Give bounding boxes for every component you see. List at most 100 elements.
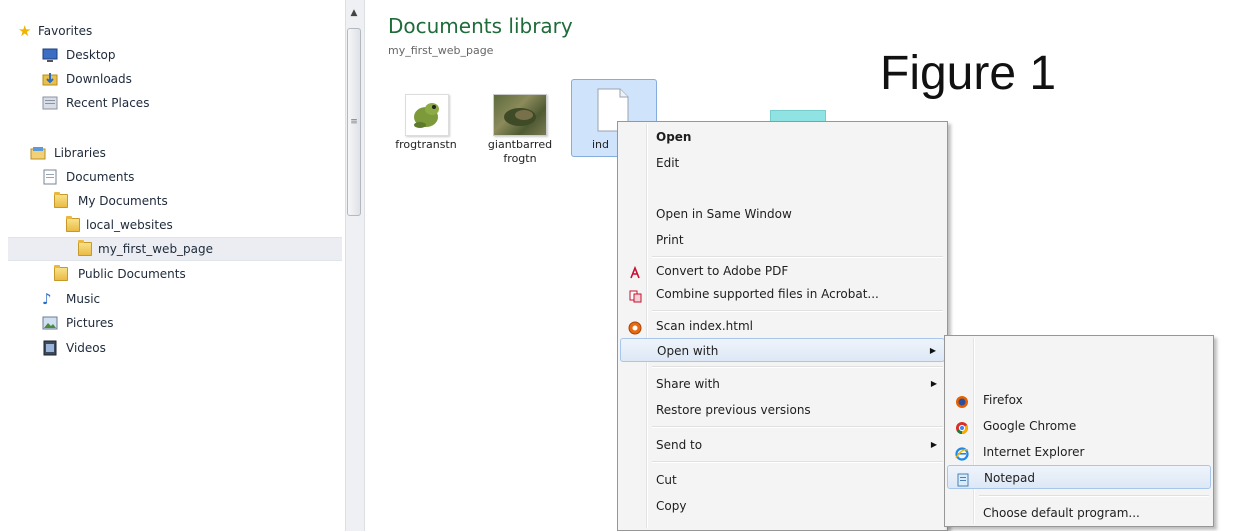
menu-separator — [652, 426, 943, 428]
pictures-icon — [42, 315, 58, 331]
folder-icon — [54, 265, 68, 281]
nav-public-documents-label: Public Documents — [78, 267, 186, 281]
submenu-arrow-icon: ▶ — [929, 346, 936, 355]
desktop-icon — [42, 47, 58, 63]
notepad-icon — [956, 471, 970, 487]
menu-item-chrome[interactable]: Google Chrome — [947, 414, 1211, 438]
file-item-frogtranstn[interactable]: frogtranstn — [395, 92, 457, 152]
menu-label: Open with — [657, 344, 719, 358]
context-menu: Open Edit Open in Same Window Print Conv… — [617, 121, 948, 531]
nav-my-documents[interactable]: My Documents — [54, 190, 338, 212]
scroll-up-arrow-icon[interactable]: ▲ — [347, 6, 361, 20]
menu-label: Scan index.html — [656, 319, 753, 333]
submenu-arrow-icon: ▶ — [930, 440, 937, 449]
file-item-giantbarred-frogtn[interactable]: giantbarred frogtn — [484, 92, 556, 172]
menu-item-firefox[interactable]: Firefox — [947, 388, 1211, 412]
menu-separator — [979, 495, 1209, 497]
menu-item-notepad[interactable]: Notepad — [947, 465, 1211, 489]
submenu-arrow-icon: ▶ — [930, 379, 937, 388]
nav-desktop-label: Desktop — [66, 48, 116, 62]
scrollbar-grip-icon: ≡ — [350, 117, 358, 127]
menu-label: Cut — [656, 473, 677, 487]
menu-item-send-to[interactable]: Send to ▶ — [620, 433, 945, 457]
nav-public-documents[interactable]: Public Documents — [54, 263, 338, 285]
menu-item-choose-default-program[interactable]: Choose default program... — [947, 501, 1211, 525]
menu-label: Convert to Adobe PDF — [656, 264, 789, 278]
menu-label: Copy — [656, 499, 687, 513]
nav-downloads[interactable]: Downloads — [42, 68, 338, 90]
frog-photo-thumbnail-icon — [493, 94, 547, 136]
adobe-pdf-icon — [628, 264, 642, 279]
nav-documents-label: Documents — [66, 170, 135, 184]
menu-separator — [652, 461, 943, 463]
nav-my-first-web-page-label: my_first_web_page — [98, 242, 214, 256]
folder-icon — [54, 192, 68, 208]
music-icon: ♪ — [42, 290, 52, 308]
menu-item-open[interactable]: Open — [620, 125, 945, 149]
menu-label: Share with — [656, 377, 720, 391]
downloads-icon — [42, 71, 58, 87]
videos-icon — [42, 340, 58, 356]
nav-my-first-web-page[interactable]: my_first_web_page — [8, 237, 342, 261]
nav-local-websites[interactable]: local_websites — [66, 214, 338, 236]
menu-label: Send to — [656, 438, 703, 452]
menu-item-share-with[interactable]: Share with ▶ — [620, 372, 945, 396]
antivirus-scan-icon — [628, 319, 642, 335]
nav-videos[interactable]: Videos — [42, 337, 338, 359]
nav-recent-places-label: Recent Places — [66, 96, 150, 110]
nav-favorites[interactable]: ★ Favorites — [18, 20, 338, 42]
menu-item-scan[interactable]: Scan index.html — [620, 314, 945, 338]
nav-pictures-label: Pictures — [66, 316, 114, 330]
menu-label: Print — [656, 233, 684, 247]
menu-separator — [652, 366, 943, 368]
nav-recent-places[interactable]: Recent Places — [42, 92, 338, 114]
menu-item-convert-pdf[interactable]: Convert to Adobe PDF — [620, 259, 945, 283]
folder-icon — [66, 216, 80, 232]
nav-music-label: Music — [66, 292, 101, 306]
menu-item-open-same-window[interactable]: Open in Same Window — [620, 202, 945, 226]
menu-item-combine-acrobat[interactable]: Combine supported files in Acrobat... — [620, 282, 945, 306]
library-title: Documents library — [388, 14, 573, 38]
firefox-icon — [955, 393, 969, 408]
recent-places-icon — [42, 95, 58, 111]
star-icon: ★ — [18, 22, 32, 40]
menu-separator — [652, 256, 943, 258]
folder-icon — [78, 240, 92, 256]
file-name: frogtranstn — [395, 138, 457, 151]
nav-documents[interactable]: Documents — [42, 166, 338, 188]
menu-item-cut[interactable]: Cut — [620, 468, 945, 492]
acrobat-combine-icon — [628, 287, 642, 303]
menu-item-print[interactable]: Print — [620, 228, 945, 252]
frog-thumbnail-icon — [405, 94, 449, 136]
chrome-icon — [955, 419, 969, 434]
menu-item-internet-explorer[interactable]: Internet Explorer — [947, 440, 1211, 464]
library-subtitle: my_first_web_page — [388, 44, 494, 57]
menu-label: Restore previous versions — [656, 403, 811, 417]
menu-label: Internet Explorer — [983, 445, 1085, 459]
menu-label: Edit — [656, 156, 680, 170]
nav-local-websites-label: local_websites — [86, 218, 173, 232]
nav-downloads-label: Downloads — [66, 72, 132, 86]
menu-item-edit[interactable]: Edit — [620, 151, 945, 175]
nav-libraries[interactable]: Libraries — [30, 142, 338, 164]
menu-item-copy[interactable]: Copy — [620, 494, 945, 518]
menu-item-open-with[interactable]: Open with ▶ — [620, 338, 945, 362]
figure-label: Figure 1 — [880, 47, 1057, 100]
menu-label: Combine supported files in Acrobat... — [656, 287, 879, 301]
menu-label: Choose default program... — [983, 506, 1140, 520]
menu-separator — [652, 310, 943, 312]
menu-label: Open — [656, 130, 692, 144]
nav-videos-label: Videos — [66, 341, 106, 355]
nav-desktop[interactable]: Desktop — [42, 44, 338, 66]
internet-explorer-icon — [955, 445, 969, 461]
libraries-icon — [30, 145, 46, 161]
nav-my-documents-label: My Documents — [78, 194, 168, 208]
menu-item-restore-versions[interactable]: Restore previous versions — [620, 398, 945, 422]
menu-label: Google Chrome — [983, 419, 1077, 433]
file-name: giantbarred frogtn — [487, 138, 553, 165]
nav-music[interactable]: ♪ Music — [42, 288, 338, 310]
nav-favorites-label: Favorites — [38, 24, 93, 38]
navigation-pane: ★ Favorites Desktop Downloads Recent Pla… — [0, 0, 345, 531]
nav-pictures[interactable]: Pictures — [42, 312, 338, 334]
menu-label: Notepad — [984, 471, 1035, 485]
